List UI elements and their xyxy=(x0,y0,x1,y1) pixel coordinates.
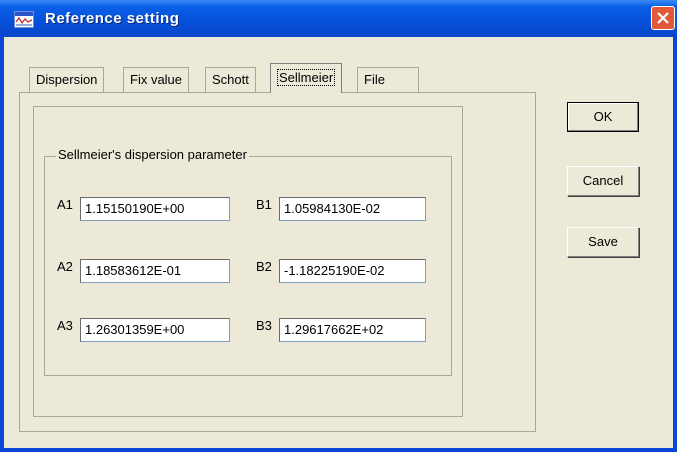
tab-sellmeier-label: Sellmeier xyxy=(277,69,336,86)
b3-label: B3 xyxy=(256,318,272,333)
b1-label: B1 xyxy=(256,197,272,212)
b2-label: B2 xyxy=(256,259,272,274)
b2-field[interactable]: -1.18225190E-02 xyxy=(279,259,426,283)
a1-label: A1 xyxy=(57,197,73,212)
a3-label: A3 xyxy=(57,318,73,333)
tab-sellmeier[interactable]: Sellmeier xyxy=(270,63,343,93)
tab-file[interactable]: File xyxy=(357,67,419,92)
save-button[interactable]: Save xyxy=(567,227,639,257)
close-icon xyxy=(657,12,669,24)
a3-field[interactable]: 1.26301359E+00 xyxy=(80,318,230,342)
tab-schott[interactable]: Schott xyxy=(205,67,256,92)
a2-label: A2 xyxy=(57,259,73,274)
tab-fix-value[interactable]: Fix value xyxy=(123,67,190,92)
tab-dispersion[interactable]: Dispersion xyxy=(29,67,105,92)
b1-field[interactable]: 1.05984130E-02 xyxy=(279,197,426,221)
cancel-button[interactable]: Cancel xyxy=(567,166,639,196)
title-bar[interactable]: Reference setting xyxy=(0,0,677,37)
b3-field[interactable]: 1.29617662E+02 xyxy=(279,318,426,342)
window-title: Reference setting xyxy=(45,10,180,27)
ok-button[interactable]: OK xyxy=(567,102,639,132)
a1-field[interactable]: 1.15150190E+00 xyxy=(80,197,230,221)
close-button[interactable] xyxy=(651,6,675,30)
app-icon xyxy=(14,11,34,28)
a2-field[interactable]: 1.18583612E-01 xyxy=(80,259,230,283)
groupbox-label: Sellmeier's dispersion parameter xyxy=(56,147,249,162)
